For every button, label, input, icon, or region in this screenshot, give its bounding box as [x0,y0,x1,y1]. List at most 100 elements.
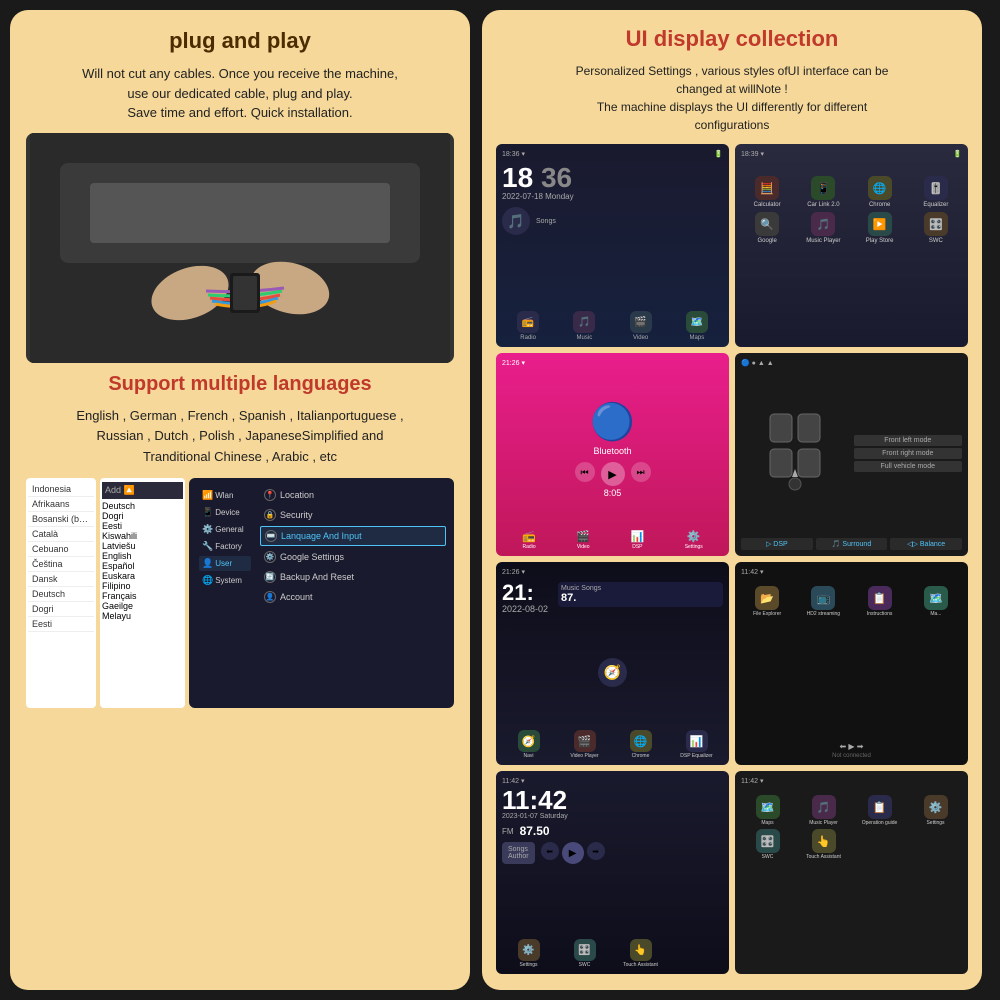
navi-icon: 🧭 [518,730,540,752]
instructions-icon: 📋 [868,586,892,610]
sc6-instructions[interactable]: 📋 Instructions [854,586,906,617]
sc2-app-calc[interactable]: 🧮 Calculator [741,176,793,208]
sc2-app-chrome[interactable]: 🌐 Chrome [854,176,906,208]
settings-factory[interactable]: 🔧 Factory [199,539,251,554]
prev-icon[interactable]: ⏮ [575,462,595,482]
menu-location[interactable]: 📍 Location [260,486,446,504]
sc3-settings[interactable]: ⚙️ Settings [685,530,703,550]
sc2-app-play[interactable]: ▶️ Play Store [854,212,906,244]
sc8-app-touch[interactable]: 👆 Touch Assistant [797,829,850,860]
screenshot-5: 21:26 ▾ 21: 2022-08-02 Music Songs 87. [496,562,729,765]
settings-container: Indonesia Afrikaans Bosanski (b… Català … [26,478,454,708]
lang-item[interactable]: Français [102,591,183,601]
lang-item[interactable]: Indonesia [28,482,94,497]
lang-item[interactable]: Dogri [102,511,183,521]
full-vehicle-mode[interactable]: Full vehicle mode [854,461,963,472]
sc3-bottom: 📻 Radio 🎬 Video 📊 DSP ⚙️ [502,530,723,550]
sc5-video[interactable]: 🎬 Video Player [558,730,611,759]
lang-item[interactable]: Melayu [102,611,183,621]
sc1-app-video[interactable]: 🎬 Video [615,311,667,341]
sc2-app-google[interactable]: 🔍 Google [741,212,793,244]
settings-system[interactable]: 🌐 System [199,573,251,588]
sc5-status: 21:26 ▾ [502,568,723,576]
screenshots-grid: 18:36 ▾🔋 18 36 2022-07-18 Monday 🎵 Songs… [496,144,968,974]
sc8-guide-icon: 📋 [868,795,892,819]
left-panel: plug and play Will not cut any cables. O… [10,10,470,990]
settings-general[interactable]: ⚙️ General [199,522,251,537]
sc7-prev[interactable]: ⬅ [541,842,559,860]
sc6-hd2[interactable]: 📺 HD2 streaming [797,586,849,617]
sc2-app-swc[interactable]: 🎛️ SWC [910,212,962,244]
sc3-main: 🔵 Bluetooth ⏮ ▶ ⏭ 8:05 [502,369,723,530]
screenshot-6: 11:42 ▾ 📂 File Explorer 📺 HD2 streaming … [735,562,968,765]
menu-security[interactable]: 🔒 Security [260,506,446,524]
sc8-app-settings[interactable]: ⚙️ Settings [909,795,962,826]
play-icon[interactable]: ▶ [601,462,625,486]
sc1-music-label: Songs [536,218,556,225]
lang-item[interactable]: Filipino [102,581,183,591]
menu-google[interactable]: ⚙️ Google Settings [260,548,446,566]
sc7-swc-label: SWC [579,962,591,968]
sc1-app-maps[interactable]: 🗺️ Maps [671,311,723,341]
sc5-navi[interactable]: 🧭 Navi [502,730,555,759]
sc5-apps: 🧭 Navi 🎬 Video Player 🌐 Chrome 📊 [502,730,723,759]
sc8-app-maps[interactable]: 🗺️ Maps [741,795,794,826]
sc7-next[interactable]: ➡ [587,842,605,860]
sc7-app-settings[interactable]: ⚙️ Settings [502,939,555,968]
lang-item[interactable]: Afrikaans [28,497,94,512]
lang-item[interactable]: Čeština [28,557,94,572]
balance-button[interactable]: ◁▷ Balance [890,538,962,550]
lang-item[interactable]: Español [102,561,183,571]
lang-item[interactable]: Català [28,527,94,542]
surround-button[interactable]: 🎵 Surround [816,538,888,550]
sc1-app-radio[interactable]: 📻 Radio [502,311,554,341]
sc7-date: 2023-01-07 Saturday [502,813,723,820]
chrome-icon2: 🌐 [630,730,652,752]
lang-item[interactable]: Gaeilge [102,601,183,611]
sc7-app-touch[interactable]: 👆 Touch Assistant [614,939,667,968]
lang-item[interactable]: Cebuano [28,542,94,557]
sc6-fileexplorer[interactable]: 📂 File Explorer [741,586,793,617]
sc5-dsp[interactable]: 📊 DSP Equalizer [670,730,723,759]
sc7-play[interactable]: ▶ [562,842,584,864]
lang-item[interactable]: Deutsch [102,501,183,511]
lang-item[interactable]: Dogri [28,602,94,617]
sc2-app-eq[interactable]: 🎚️ Equalizer [910,176,962,208]
nav-icon[interactable]: 🧭 [598,658,627,687]
dsp-button[interactable]: ▷ DSP [741,538,813,550]
ui-title: UI display collection [496,26,968,52]
settings-device[interactable]: 📱 Device [199,505,251,520]
settings-wlan[interactable]: 📶 Wlan [199,488,251,503]
lang-item[interactable]: Eesti [102,521,183,531]
screenshot-7: 11:42 ▾ 11:42 2023-01-07 Saturday FM 87.… [496,771,729,974]
settings-user[interactable]: 👤 User [199,556,251,571]
menu-language[interactable]: ⌨️ Lanquage And Input [260,526,446,546]
sc4-options: Front left mode Front right mode Full ve… [854,372,963,535]
front-right-mode[interactable]: Front right mode [854,448,963,459]
lang-item[interactable]: Bosanski (b… [28,512,94,527]
lang-item[interactable]: Latviešu [102,541,183,551]
lang-item[interactable]: English [102,551,183,561]
menu-backup[interactable]: 🔄 Backup And Reset [260,568,446,586]
sc8-swc-icon: 🎛️ [756,829,780,853]
sc2-app-carlink[interactable]: 📱 Car Link 2.0 [797,176,849,208]
lang-item[interactable]: Dansk [28,572,94,587]
sc3-radio[interactable]: 📻 Radio [522,530,536,550]
sc6-maps[interactable]: 🗺️ Ma... [910,586,962,617]
sc8-app-swc[interactable]: 🎛️ SWC [741,829,794,860]
sc1-app-music[interactable]: 🎵 Music [558,311,610,341]
front-left-mode[interactable]: Front left mode [854,435,963,446]
lang-item[interactable]: Deutsch [28,587,94,602]
sc8-app-music[interactable]: 🎵 Music Player [797,795,850,826]
lang-item[interactable]: Eesti [28,617,94,632]
lang-item[interactable]: Kiswahili [102,531,183,541]
lang-item[interactable]: Euskara [102,571,183,581]
sc8-app-guide[interactable]: 📋 Operation guide [853,795,906,826]
sc2-app-music[interactable]: 🎵 Music Player [797,212,849,244]
menu-account[interactable]: 👤 Account [260,588,446,606]
sc5-chrome[interactable]: 🌐 Chrome [614,730,667,759]
sc3-video[interactable]: 🎬 Video [576,530,590,550]
sc7-app-swc[interactable]: 🎛️ SWC [558,939,611,968]
sc3-dsp[interactable]: 📊 DSP [631,530,645,550]
next-icon[interactable]: ⏭ [631,462,651,482]
